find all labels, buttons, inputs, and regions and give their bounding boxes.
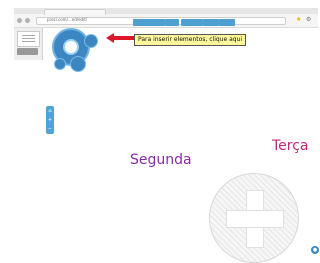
toolbar-item[interactable] [133,19,165,26]
zoom-out-icon[interactable]: − [47,126,53,132]
zoom-in-icon[interactable]: + [47,117,53,123]
add-button[interactable] [17,48,38,55]
left-panel [14,28,43,60]
bubble-option[interactable] [70,56,86,72]
toolbar-item[interactable] [203,19,219,26]
toolbar-item[interactable] [165,19,179,26]
screenshot: prezi.com/...ed/edit/ ★ ⚙ Para inserir e… [0,0,320,263]
toolbar-item[interactable] [181,19,203,26]
bubble-option[interactable] [54,58,66,70]
zoom-controls: ⌂ + − [46,106,54,134]
bubble-option[interactable] [84,34,98,48]
instruction-tooltip: Para inserir elementos, clique aqui [134,34,247,46]
back-icon[interactable] [17,18,22,23]
address-text: prezi.com/...ed/edit/ [47,17,88,22]
browser-tab[interactable] [44,9,106,15]
forward-icon[interactable] [25,18,30,23]
top-toolbar [133,19,253,27]
bubble-center[interactable] [63,39,79,55]
wrench-icon[interactable]: ⚙ [306,16,311,23]
bubble-menu[interactable] [52,28,112,80]
toolbar-item[interactable] [219,19,235,26]
prezi-editor: Para inserir elementos, clique aqui ⌂ + … [14,19,319,263]
tab-strip [14,8,318,15]
add-frame-placeholder[interactable] [209,173,299,263]
canvas-text-terca[interactable]: Terça [272,138,309,154]
star-icon[interactable]: ★ [296,16,301,23]
slide-thumbnail[interactable] [17,31,40,47]
help-icon[interactable]: ● [311,246,319,254]
red-arrow-icon [106,33,134,43]
canvas-text-segunda[interactable]: Segunda [130,152,192,168]
tooltip-text: Para inserir elementos, clique aqui [138,36,243,43]
home-icon[interactable]: ⌂ [47,108,53,114]
